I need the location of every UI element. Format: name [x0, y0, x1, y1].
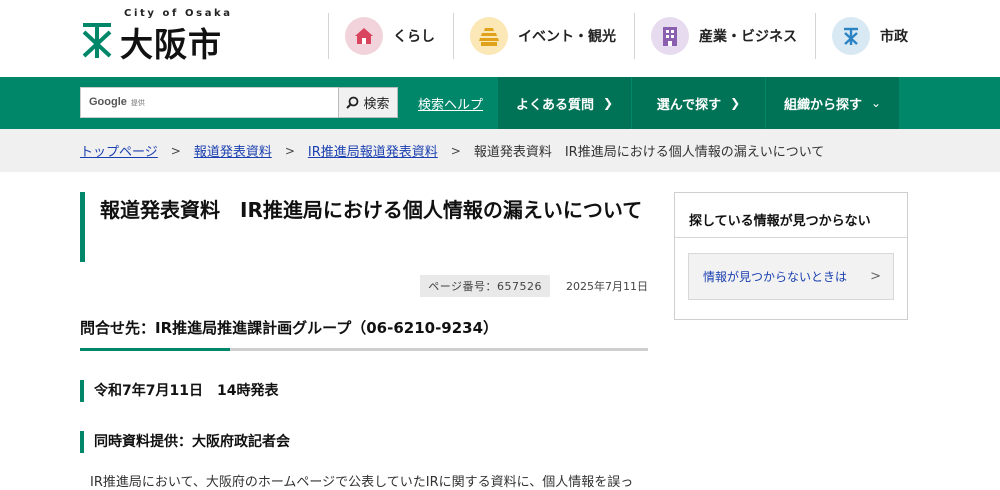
- chevron-right-icon: >: [284, 143, 295, 158]
- house-icon: [345, 17, 383, 55]
- site-header: City of Osaka 大阪市 くらし イベント・観光 産業・ビジネス 市政: [0, 0, 1000, 77]
- search-button-label: 検索: [363, 97, 390, 112]
- building-icon: [651, 17, 689, 55]
- chevron-right-icon: ❯: [602, 96, 614, 110]
- side-panel-heading: 探している情報が見つからない: [675, 193, 907, 238]
- chevron-right-icon: ❯: [730, 96, 741, 110]
- search-input[interactable]: Google 提供: [80, 87, 340, 118]
- chevron-down-icon: ⌄: [870, 96, 882, 110]
- chevron-right-icon: >: [170, 143, 181, 158]
- choose-search-label: 選んで探す: [656, 97, 722, 113]
- provided-heading: 同時資料提供：大阪府政記者会: [80, 431, 648, 453]
- topnav-event[interactable]: イベント・観光: [453, 13, 634, 59]
- breadcrumb-link-top[interactable]: トップページ: [80, 141, 158, 160]
- chevron-right-icon: >: [450, 143, 461, 158]
- body-paragraph: IR推進局において、大阪府のホームページで公表していたIRに関する資料に、個人情…: [90, 475, 634, 490]
- main-content: 報道発表資料 IR推進局における個人情報の漏えいについて ページ番号：65752…: [80, 192, 648, 490]
- org-search-button[interactable]: 組織から探す ⌄: [766, 77, 899, 129]
- logo-text: 大阪市: [120, 25, 222, 64]
- main-navbar: Google 提供 検索 検索ヘルプ よくある質問 ❯ 選んで探す ❯ 組織から探す ⌄: [0, 77, 1000, 129]
- topnav-label: イベント・観光: [518, 29, 616, 45]
- osaka-city-logo[interactable]: City of Osaka 大阪市: [80, 8, 240, 68]
- page-meta: ページ番号：657526 2025年7月11日: [80, 275, 648, 297]
- topnav-label: 産業・ビジネス: [699, 29, 797, 45]
- search-button[interactable]: 検索: [338, 87, 398, 118]
- org-search-label: 組織から探す: [783, 97, 862, 113]
- contact-heading: 問合せ先：IR推進局推進課計画グループ（06-6210-9234）: [80, 317, 648, 351]
- search-brand: Google 提供: [89, 96, 145, 108]
- castle-icon: [470, 17, 508, 55]
- page-number-badge: ページ番号：657526: [420, 275, 550, 297]
- breadcrumb-link-ir-press[interactable]: IR推進局報道発表資料: [308, 141, 438, 160]
- topnav-business[interactable]: 産業・ビジネス: [634, 13, 815, 59]
- topnav-kurashi[interactable]: くらし: [328, 13, 453, 59]
- breadcrumb: トップページ > 報道発表資料 > IR推進局報道発表資料 > 報道発表資料 I…: [0, 129, 1000, 172]
- page-title: 報道発表資料 IR推進局における個人情報の漏えいについて: [80, 192, 648, 262]
- topnav-label: 市政: [880, 29, 908, 45]
- search-icon: [346, 96, 359, 109]
- topnav-shisei[interactable]: 市政: [815, 13, 908, 59]
- chevron-right-icon: >: [870, 269, 881, 284]
- choose-search-button[interactable]: 選んで探す ❯: [632, 77, 765, 129]
- not-found-help-label: 情報が見つからないときは: [703, 270, 848, 284]
- faq-button[interactable]: よくある質問 ❯: [498, 77, 631, 129]
- help-side-panel: 探している情報が見つからない 情報が見つからないときは >: [674, 192, 908, 320]
- faq-label: よくある質問: [515, 97, 594, 113]
- breadcrumb-link-press[interactable]: 報道発表資料: [194, 141, 272, 160]
- announce-heading: 令和7年7月11日 14時発表: [80, 380, 648, 402]
- city-emblem-icon: [832, 17, 870, 55]
- not-found-help-link[interactable]: 情報が見つからないときは >: [688, 253, 894, 300]
- topnav-label: くらし: [393, 29, 435, 45]
- publish-date: 2025年7月11日: [566, 280, 648, 293]
- breadcrumb-current: 報道発表資料 IR推進局における個人情報の漏えいについて: [473, 145, 825, 160]
- top-navigation: くらし イベント・観光 産業・ビジネス 市政: [328, 13, 908, 59]
- search-help-link[interactable]: 検索ヘルプ: [418, 94, 483, 113]
- osaka-emblem-icon: [82, 23, 112, 58]
